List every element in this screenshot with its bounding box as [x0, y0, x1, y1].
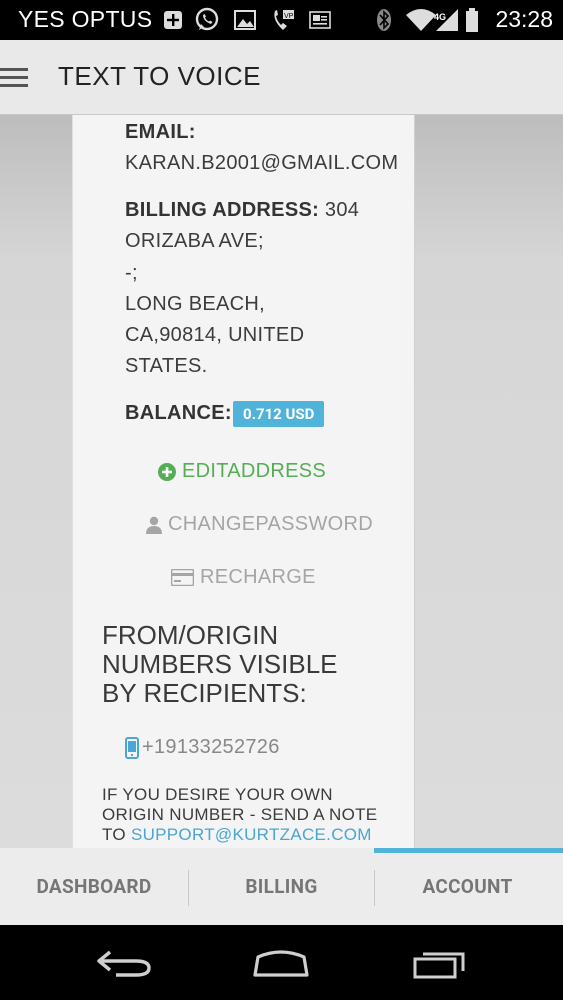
origin-note-line3: TO SUPPORT@KURTZACE.COM	[102, 825, 377, 845]
change-password-link[interactable]: CHANGEPASSWORD	[145, 513, 373, 536]
origin-heading-line2: NUMBERS VISIBLE	[102, 649, 338, 679]
app-title: TEXT TO VOICE	[58, 61, 261, 91]
billing-address-line3: -;	[125, 262, 138, 284]
origin-heading-line1: FROM/ORIGIN	[102, 620, 279, 650]
carrier-name: YES OPTUS	[18, 6, 153, 32]
origin-numbers-heading: FROM/ORIGIN NUMBERS VISIBLE BY RECIPIENT…	[102, 621, 338, 708]
origin-note-line1: IF YOU DESIRE YOUR OWN	[102, 785, 333, 804]
plus-circle-icon	[158, 462, 176, 481]
signal-icon: 4G	[432, 8, 460, 32]
tab-account[interactable]: ACCOUNT	[375, 848, 560, 925]
mobile-phone-icon	[125, 736, 139, 759]
whatsapp-icon	[194, 7, 220, 32]
battery-icon	[463, 8, 481, 32]
gallery-icon	[308, 8, 332, 32]
billing-address-line1: 304	[324, 199, 360, 221]
edit-address-link[interactable]: EDITADDRESS	[158, 460, 326, 483]
recharge-label: RECHARGE	[200, 566, 316, 588]
origin-heading-line3: BY RECIPIENTS:	[102, 678, 307, 708]
billing-address-line4: LONG BEACH,	[125, 293, 265, 315]
billing-address-row: BILLING ADDRESS: 304	[125, 199, 359, 222]
tab-dashboard[interactable]: DASHBOARD	[0, 848, 188, 925]
recharge-link[interactable]: RECHARGE	[171, 566, 316, 589]
plus-icon	[162, 8, 184, 32]
menu-icon[interactable]	[0, 68, 28, 88]
clock: 23:28	[495, 6, 553, 32]
svg-text:4G: 4G	[434, 12, 446, 22]
app-bar: TEXT TO VOICE	[0, 40, 563, 115]
support-email-link[interactable]: SUPPORT@KURTZACE.COM	[131, 825, 372, 844]
origin-note: IF YOU DESIRE YOUR OWN ORIGIN NUMBER - S…	[102, 785, 377, 845]
origin-note-prefix: TO	[102, 825, 131, 844]
svg-text:VP: VP	[284, 13, 294, 20]
balance-badge: 0.712 USD	[233, 401, 325, 427]
billing-address-line5: CA,90814, UNITED	[125, 324, 305, 346]
voicemail-icon: VP	[270, 8, 296, 32]
home-icon[interactable]	[251, 948, 311, 978]
status-bar: YES OPTUS VP 4G 23:28	[0, 0, 563, 40]
email-label: EMAIL:	[125, 121, 196, 143]
email-value: KARAN.B2001@GMAIL.COM	[125, 152, 399, 174]
back-icon[interactable]	[96, 947, 154, 979]
billing-address-line2: ORIZABA AVE;	[125, 230, 264, 252]
bluetooth-icon	[374, 8, 394, 32]
balance-label: BALANCE:	[125, 402, 232, 424]
origin-number: +19133252726	[142, 736, 280, 758]
change-password-label: CHANGEPASSWORD	[168, 513, 373, 535]
system-nav-bar	[0, 925, 563, 1000]
billing-address-label: BILLING ADDRESS:	[125, 199, 320, 221]
user-icon	[145, 516, 163, 534]
image-icon	[233, 8, 257, 32]
origin-number-row: +19133252726	[125, 736, 280, 759]
origin-note-line2: ORIGIN NUMBER - SEND A NOTE	[102, 805, 378, 824]
bottom-tab-bar: DASHBOARD BILLING ACCOUNT	[0, 848, 563, 925]
recent-apps-icon[interactable]	[412, 947, 468, 979]
credit-card-icon	[171, 569, 194, 586]
tab-billing[interactable]: BILLING	[189, 848, 374, 925]
edit-address-label: EDITADDRESS	[182, 460, 327, 482]
billing-address-line6: STATES.	[125, 355, 208, 377]
